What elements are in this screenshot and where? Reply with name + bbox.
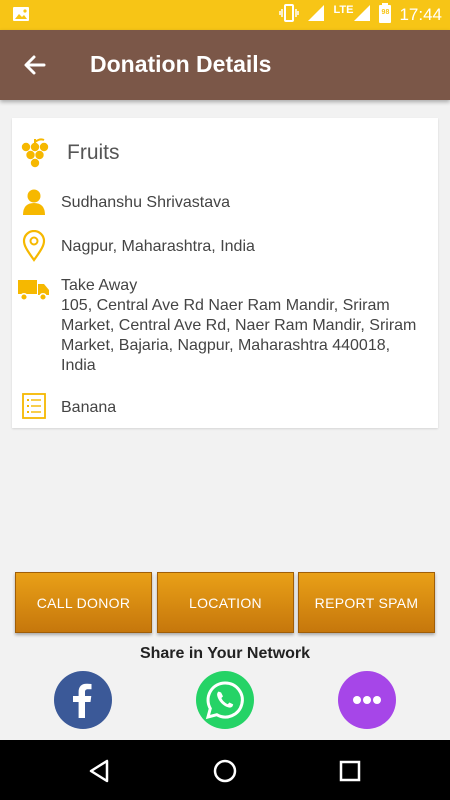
nav-back-icon[interactable] bbox=[85, 756, 115, 786]
items-row: Banana bbox=[12, 392, 438, 422]
back-arrow-icon[interactable] bbox=[20, 50, 50, 80]
page-title: Donation Details bbox=[90, 51, 272, 77]
call-donor-button[interactable]: CALL DONOR bbox=[15, 572, 152, 633]
location-button[interactable]: LOCATION bbox=[157, 572, 294, 633]
app-bar: Donation Details bbox=[0, 30, 450, 100]
truck-icon bbox=[18, 278, 50, 307]
clock: 17:44 bbox=[399, 5, 442, 24]
delivery-type: Take Away bbox=[61, 277, 138, 294]
list-icon bbox=[22, 393, 46, 424]
donor-name: Sudhanshu Shrivastava bbox=[61, 194, 230, 211]
navigation-bar bbox=[0, 740, 450, 800]
battery-icon: 98 bbox=[379, 2, 392, 28]
more-icon bbox=[338, 696, 396, 733]
signal-icon bbox=[307, 4, 325, 27]
donation-details-card: Fruits Sudhanshu Shrivastava Nagpur, Mah… bbox=[12, 118, 438, 428]
location-text: Nagpur, Maharashtra, India bbox=[61, 238, 255, 255]
donor-row: Sudhanshu Shrivastava bbox=[12, 188, 438, 218]
whatsapp-share-button[interactable] bbox=[196, 671, 254, 729]
pickup-address: 105, Central Ave Rd Naer Ram Mandir, Sri… bbox=[61, 297, 417, 374]
facebook-share-button[interactable] bbox=[54, 671, 112, 729]
network-type: LTE bbox=[333, 4, 354, 16]
vibrate-icon bbox=[279, 3, 300, 28]
delivery-row: Take Away 105, Central Ave Rd Naer Ram M… bbox=[12, 276, 438, 381]
nav-home-icon[interactable] bbox=[210, 756, 240, 786]
image-icon bbox=[12, 6, 30, 27]
category-label: Fruits bbox=[67, 141, 120, 164]
share-title: Share in Your Network bbox=[139, 645, 311, 662]
location-row: Nagpur, Maharashtra, India bbox=[12, 229, 438, 267]
more-share-button[interactable] bbox=[338, 671, 396, 729]
whatsapp-icon bbox=[196, 681, 254, 733]
category-row: Fruits bbox=[12, 136, 438, 176]
person-icon bbox=[22, 188, 46, 221]
signal-icon bbox=[353, 4, 371, 27]
grapes-icon bbox=[20, 138, 50, 177]
battery-level: 98 bbox=[381, 8, 390, 16]
nav-recents-icon[interactable] bbox=[335, 756, 365, 786]
facebook-icon bbox=[54, 683, 112, 733]
location-pin-icon bbox=[22, 229, 46, 267]
items-text: Banana bbox=[61, 399, 117, 416]
report-spam-button[interactable]: REPORT SPAM bbox=[298, 572, 435, 633]
status-bar: LTE 98 17:44 bbox=[0, 0, 450, 30]
